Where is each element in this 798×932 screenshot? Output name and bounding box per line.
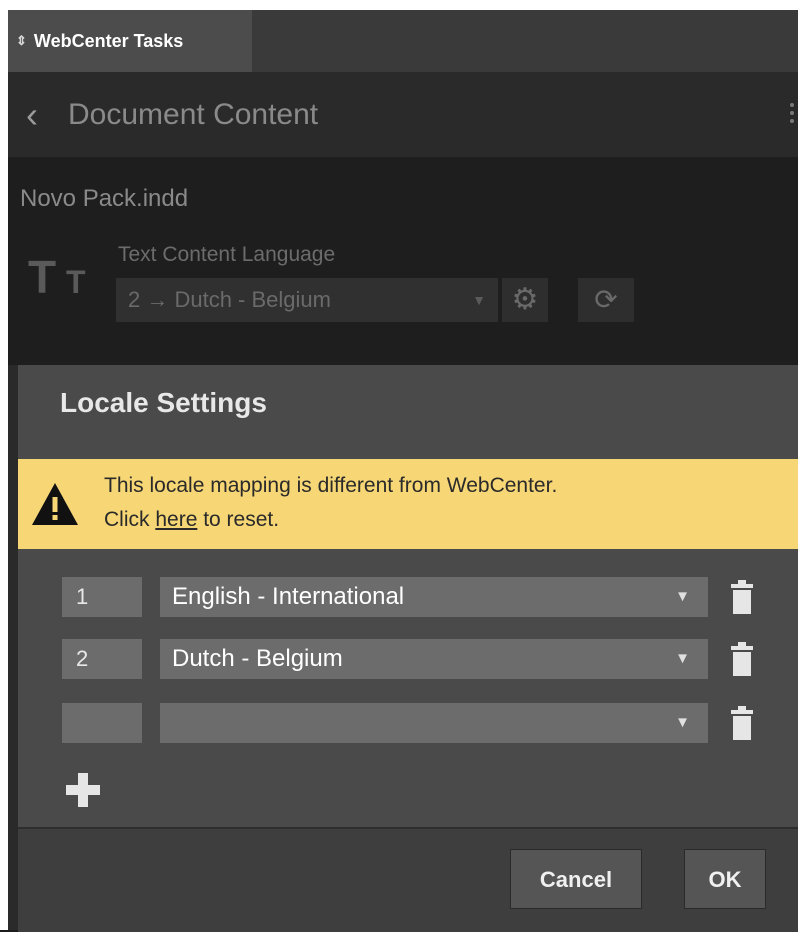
locale-row: 1 English - International ▼ bbox=[18, 577, 798, 621]
locale-number-field[interactable]: 2 bbox=[62, 639, 142, 679]
panel-header: ‹ Document Content bbox=[8, 73, 798, 157]
sync-icon[interactable]: ⟳ bbox=[578, 278, 634, 322]
text-type-icon: TT bbox=[28, 251, 86, 303]
locale-row: ▼ bbox=[18, 703, 798, 747]
back-chevron-icon[interactable]: ‹ bbox=[26, 95, 62, 135]
cancel-button[interactable]: Cancel bbox=[510, 849, 642, 909]
document-section: Novo Pack.indd TT Text Content Language … bbox=[8, 157, 798, 367]
dropdown-caret-icon: ▼ bbox=[472, 292, 486, 308]
trash-icon[interactable] bbox=[730, 705, 754, 741]
language-select-value: 2 → Dutch - Belgium bbox=[128, 287, 331, 312]
locale-settings-dialog: Locale Settings This locale mapping is d… bbox=[18, 365, 798, 932]
warning-icon bbox=[32, 483, 78, 525]
tab-label: WebCenter Tasks bbox=[33, 30, 184, 51]
frame-left bbox=[0, 0, 8, 930]
dialog-edge bbox=[8, 365, 18, 930]
dialog-footer: Cancel OK bbox=[18, 827, 798, 932]
more-menu-icon[interactable] bbox=[790, 103, 794, 127]
locale-select[interactable]: English - International ▼ bbox=[160, 577, 708, 617]
tab-webcenter-tasks[interactable]: ⇕ WebCenter Tasks bbox=[8, 10, 252, 72]
ok-button[interactable]: OK bbox=[684, 849, 766, 909]
dropdown-caret-icon: ▼ bbox=[675, 650, 690, 667]
locale-select-value: Dutch - Belgium bbox=[172, 645, 343, 672]
locale-number-field[interactable]: 1 bbox=[62, 577, 142, 617]
warning-line-1: This locale mapping is different from We… bbox=[104, 474, 558, 497]
warning-prefix: Click bbox=[104, 508, 156, 531]
language-select[interactable]: 2 → Dutch - Belgium ▼ bbox=[116, 278, 498, 322]
gear-icon[interactable]: ⚙ bbox=[502, 278, 548, 322]
warning-banner: This locale mapping is different from We… bbox=[18, 459, 798, 549]
locale-select[interactable]: ▼ bbox=[160, 703, 708, 743]
dropdown-caret-icon: ▼ bbox=[675, 714, 690, 731]
warning-line-2: Click here to reset. bbox=[104, 503, 557, 537]
plus-icon[interactable] bbox=[66, 773, 100, 807]
warning-text: This locale mapping is different from We… bbox=[104, 469, 557, 537]
reset-link[interactable]: here bbox=[155, 508, 197, 531]
page-title: Document Content bbox=[68, 98, 319, 131]
frame-top bbox=[0, 0, 798, 10]
locale-row: 2 Dutch - Belgium ▼ bbox=[18, 639, 798, 683]
dialog-title: Locale Settings bbox=[60, 387, 267, 418]
trash-icon[interactable] bbox=[730, 641, 754, 677]
locale-select[interactable]: Dutch - Belgium ▼ bbox=[160, 639, 708, 679]
language-label: Text Content Language bbox=[118, 243, 336, 266]
trash-icon[interactable] bbox=[730, 579, 754, 615]
dropdown-caret-icon: ▼ bbox=[675, 588, 690, 605]
document-filename: Novo Pack.indd bbox=[20, 185, 189, 212]
tab-toggle-icon: ⇕ bbox=[16, 33, 27, 48]
warning-suffix: to reset. bbox=[197, 508, 280, 531]
tab-bar: ⇕ WebCenter Tasks bbox=[8, 10, 798, 73]
locale-select-value: English - International bbox=[172, 583, 405, 610]
locale-number-field[interactable] bbox=[62, 703, 142, 743]
